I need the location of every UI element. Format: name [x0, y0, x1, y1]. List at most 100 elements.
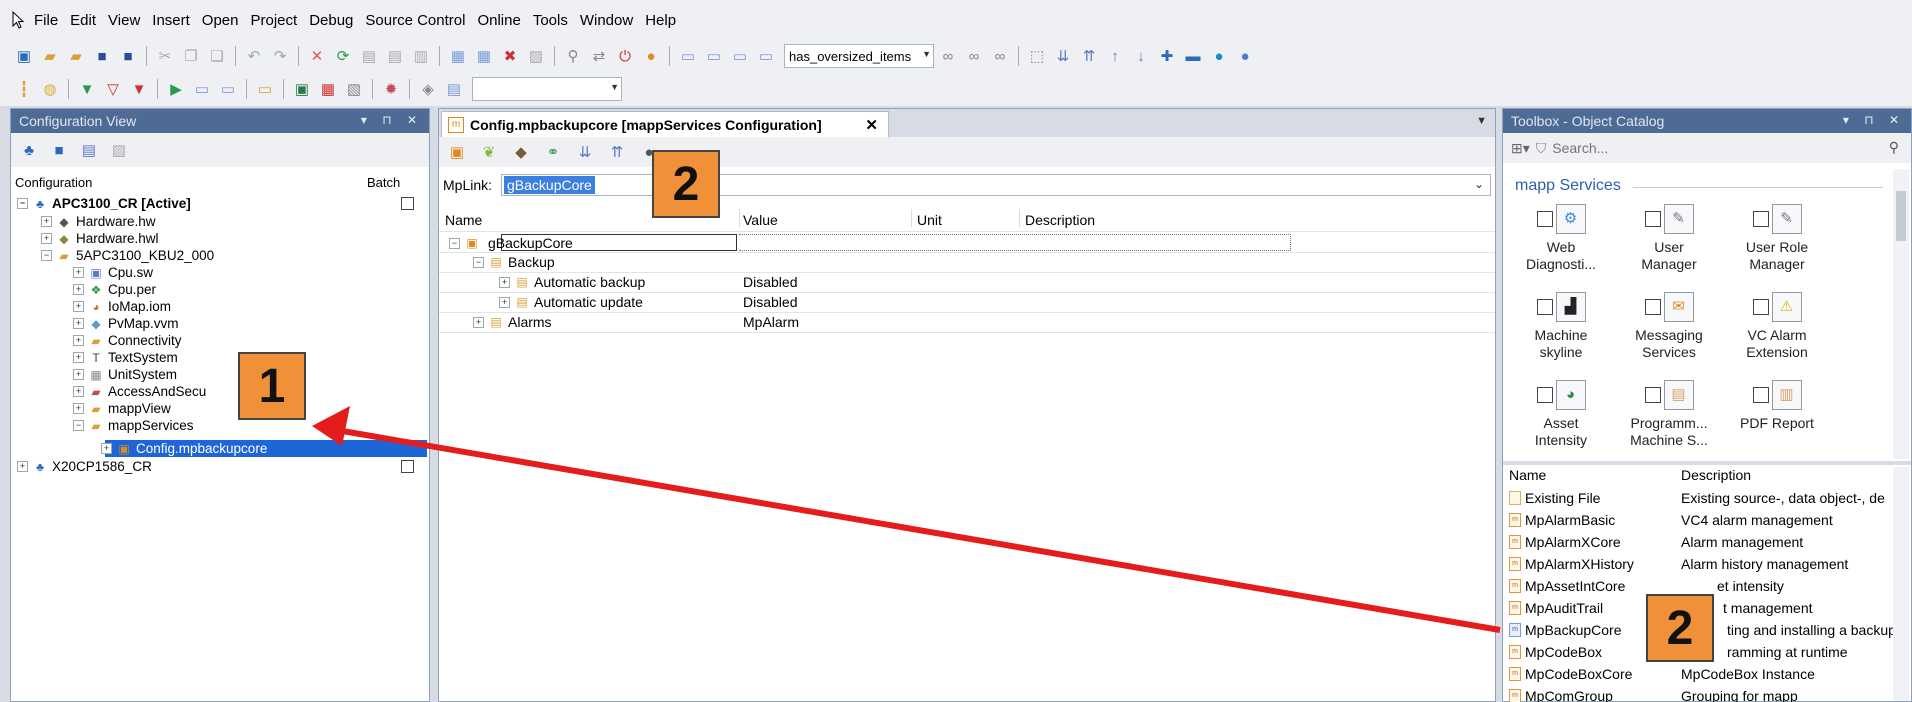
list-column-description[interactable]: Description	[1681, 467, 1751, 483]
remove-icon[interactable]: ✖	[498, 44, 522, 68]
list-column-name[interactable]: Name	[1509, 467, 1546, 483]
catalog-asset-intensity[interactable]: ◕ Asset Intensity	[1511, 377, 1611, 449]
open-folder-icon[interactable]: ▰	[64, 44, 88, 68]
diamond-icon[interactable]: ◆	[509, 140, 533, 164]
transfer-icon[interactable]: ⇄	[587, 44, 611, 68]
bookmark-icon[interactable]: ⬚	[1025, 44, 1049, 68]
power-icon[interactable]: ⏻	[613, 44, 637, 68]
table-row-automatic-update[interactable]: + ▤ Automatic update	[499, 294, 643, 310]
tree-item-hardware-hwl[interactable]: + ◆ Hardware.hwl	[41, 230, 159, 247]
sort-desc-icon[interactable]: ⇊	[1051, 44, 1075, 68]
tree-item-cpu-per[interactable]: + ❖ Cpu.per	[73, 281, 156, 298]
menu-help[interactable]: Help	[639, 12, 682, 29]
filter-icon[interactable]: ⛉	[1536, 140, 1547, 157]
catalog-checkbox[interactable]	[1644, 299, 1661, 315]
expand-icon[interactable]: +	[499, 296, 510, 308]
catalog-checkbox[interactable]	[1536, 299, 1553, 315]
leaf-icon[interactable]: ❦	[477, 140, 501, 164]
expand-icon[interactable]: +	[499, 276, 510, 288]
pane-window-controls[interactable]: ▾ ⊓ ✕	[361, 113, 423, 127]
catalog-machine-skyline[interactable]: ▟ Machine skyline	[1511, 289, 1611, 361]
collapse-icon[interactable]: −	[473, 256, 484, 268]
paste-icon[interactable]: ❏	[205, 44, 229, 68]
table-row-alarms[interactable]: + ▤ Alarms	[473, 314, 552, 330]
catalog-checkbox[interactable]	[1752, 299, 1769, 315]
menu-view[interactable]: View	[102, 12, 146, 29]
sort-desc-icon[interactable]: ⇊	[573, 140, 597, 164]
collapse-icon[interactable]: −	[449, 237, 460, 249]
catalog-scrollbar[interactable]	[1893, 169, 1909, 459]
expand-icon[interactable]: +	[41, 216, 52, 227]
value-edit-cell[interactable]	[739, 234, 1291, 251]
catalog-user-role-manager[interactable]: ✎ User Role Manager	[1727, 201, 1827, 273]
cut-icon[interactable]: ✂	[153, 44, 177, 68]
column-description[interactable]: Description	[1025, 212, 1095, 228]
list-scrollbar[interactable]	[1893, 467, 1909, 701]
expand-icon[interactable]: +	[73, 335, 84, 346]
list-item-existing-file[interactable]: Existing File Existing source-, data obj…	[1509, 487, 1899, 508]
batch-checkbox[interactable]	[401, 460, 414, 473]
menu-project[interactable]: Project	[245, 12, 304, 29]
tree-item-textsystem[interactable]: + T TextSystem	[73, 349, 178, 366]
save-all-icon[interactable]: ■	[116, 44, 140, 68]
expand-icon[interactable]: +	[17, 461, 28, 472]
help-icon[interactable]: ●	[1233, 44, 1257, 68]
catalog-checkbox[interactable]	[1644, 211, 1661, 227]
move-down-icon[interactable]: ↓	[1129, 44, 1153, 68]
expand-icon[interactable]: +	[73, 318, 84, 329]
catalog-vc-alarm-extension[interactable]: ⚠ VC Alarm Extension	[1727, 289, 1827, 361]
scrollbar-thumb[interactable]	[1896, 191, 1906, 241]
undo-icon[interactable]: ↶	[242, 44, 266, 68]
step-icon[interactable]: ▭	[190, 77, 214, 101]
mplink-input[interactable]: gBackupCore ⌄	[501, 174, 1491, 196]
menu-source-control[interactable]: Source Control	[359, 12, 471, 29]
expand-icon[interactable]: +	[73, 369, 84, 380]
fb-icon[interactable]: ▤	[442, 77, 466, 101]
catalog-user-manager[interactable]: ✎ User Manager	[1619, 201, 1719, 273]
chart-icon[interactable]: ▣	[290, 77, 314, 101]
catalog-web-diagnostics[interactable]: ⚙ Web Diagnosti...	[1511, 201, 1611, 273]
add-icon[interactable]: ✚	[1155, 44, 1179, 68]
pane-window-controls[interactable]: ▾ ⊓ ✕	[1843, 113, 1905, 127]
mapp-icon[interactable]: ▣	[445, 140, 469, 164]
properties-icon[interactable]: ▤	[357, 44, 381, 68]
network-icon[interactable]: ▧	[342, 77, 366, 101]
row-value[interactable]: MpAlarm	[743, 314, 799, 330]
row-value[interactable]: Disabled	[743, 274, 797, 290]
copy-icon[interactable]: ❐	[179, 44, 203, 68]
delete-icon[interactable]: ✕	[305, 44, 329, 68]
refresh-icon[interactable]: ⟳	[331, 44, 355, 68]
list-item-mpcomgroup[interactable]: m MpComGroup Grouping for mapp	[1509, 685, 1899, 702]
list-item-mpalarmxcore[interactable]: m MpAlarmXCore Alarm management	[1509, 531, 1899, 552]
column-value[interactable]: Value	[743, 212, 778, 228]
monitor2-icon[interactable]: ▭	[702, 44, 726, 68]
physical-view-icon[interactable]: ▤	[77, 138, 101, 162]
expand-icon[interactable]: +	[73, 267, 84, 278]
window-icon[interactable]: ▥	[409, 44, 433, 68]
target-combo[interactable]: ▼	[472, 77, 622, 101]
link-chain-icon[interactable]: ⚭	[541, 140, 565, 164]
save-icon[interactable]: ■	[90, 44, 114, 68]
expand-icon[interactable]: +	[73, 352, 84, 363]
tree-item-mappview[interactable]: + ▰ mappView	[73, 400, 171, 417]
catalog-messaging-services[interactable]: ✉ Messaging Services	[1619, 289, 1719, 361]
sort-asc-icon[interactable]: ⇈	[605, 140, 629, 164]
link-icon[interactable]: ∞	[936, 44, 960, 68]
menu-file[interactable]: File	[28, 12, 64, 29]
catalog-pdf-report[interactable]: ▥ PDF Report	[1727, 377, 1827, 432]
chevron-down-icon[interactable]: ⌄	[1474, 177, 1484, 191]
settings-icon[interactable]: ✹	[379, 77, 403, 101]
collapse-icon[interactable]: −	[73, 420, 84, 431]
config-view-icon[interactable]: ▨	[107, 138, 131, 162]
chart2-icon[interactable]: ▦	[316, 77, 340, 101]
expand-icon[interactable]: +	[41, 233, 52, 244]
filter3-icon[interactable]: ▼	[127, 77, 151, 101]
warning-icon[interactable]: ●	[639, 44, 663, 68]
collapse-icon[interactable]: −	[41, 250, 52, 261]
menu-debug[interactable]: Debug	[303, 12, 359, 29]
catalog-checkbox[interactable]	[1752, 387, 1769, 403]
catalog-checkbox[interactable]	[1644, 387, 1661, 403]
debug-icon[interactable]: ◈	[416, 77, 440, 101]
menu-edit[interactable]: Edit	[64, 12, 102, 29]
build-icon[interactable]: ▨	[524, 44, 548, 68]
